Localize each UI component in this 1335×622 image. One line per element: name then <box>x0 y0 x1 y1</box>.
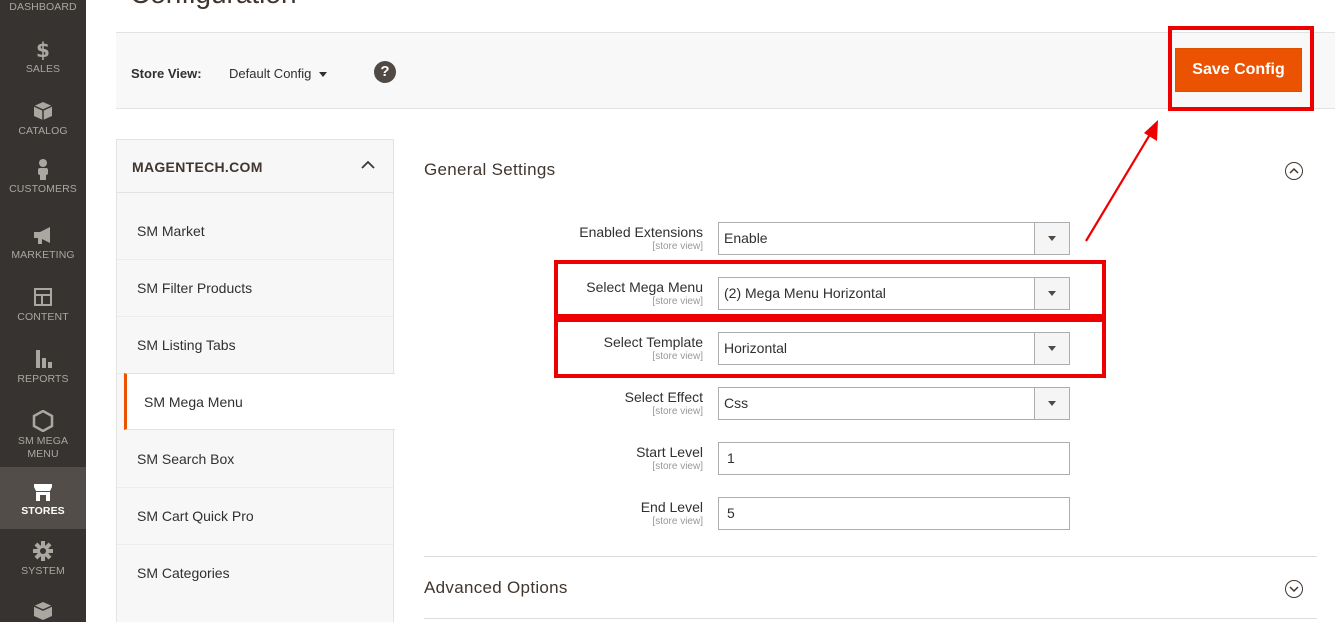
field-label-end-level: End Level <box>640 499 703 515</box>
store-view-dropdown[interactable]: Default Config <box>229 66 328 81</box>
config-tabs: MAGENTECH.COM SM Market SM Filter Produc… <box>116 139 395 622</box>
field-label-start-level: Start Level <box>636 444 703 460</box>
nav-label: CUSTOMERS <box>9 183 77 195</box>
chevron-down-icon <box>319 72 328 78</box>
general-settings-title[interactable]: General Settings <box>424 160 555 180</box>
field-scope: [store view] <box>652 241 703 252</box>
select-value: Css <box>724 395 749 411</box>
nav-reports[interactable]: REPORTS <box>0 348 86 386</box>
tab-sm-categories[interactable]: SM Categories <box>117 545 393 602</box>
collapse-icon[interactable] <box>1285 162 1303 180</box>
save-config-button[interactable]: Save Config <box>1175 48 1302 92</box>
tab-sm-filter-products[interactable]: SM Filter Products <box>117 260 393 317</box>
svg-text:$: $ <box>36 38 50 60</box>
nav-dashboard[interactable]: DASHBOARD <box>0 0 86 22</box>
store-icon <box>34 484 52 501</box>
tab-sm-mega-menu[interactable]: SM Mega Menu <box>124 373 395 430</box>
select-value: Enable <box>724 230 768 246</box>
nav-content[interactable]: CONTENT <box>0 286 86 324</box>
admin-sidebar: DASHBOARD $ SALES CATALOG CUSTOMERS MARK… <box>0 0 86 622</box>
store-view-label: Store View: <box>131 66 202 81</box>
tab-sm-search-box[interactable]: SM Search Box <box>117 431 393 488</box>
field-label-enabled-extensions: Enabled Extensions <box>579 224 703 240</box>
field-scope: [store view] <box>652 406 703 417</box>
layout-icon <box>34 288 52 306</box>
megaphone-icon <box>34 227 50 244</box>
chevron-up-icon <box>361 160 375 169</box>
tab-group-header[interactable]: MAGENTECH.COM <box>117 140 393 193</box>
nav-label: CATALOG <box>18 125 68 137</box>
advanced-options-title[interactable]: Advanced Options <box>424 578 568 598</box>
dropdown-arrow-icon <box>1034 223 1069 254</box>
tab-sm-cart-quick-pro[interactable]: SM Cart Quick Pro <box>117 488 393 545</box>
annotation-arrow <box>1085 120 1158 242</box>
nav-extensions[interactable] <box>0 600 86 622</box>
nav-label: SM MEGA MENU <box>17 435 69 460</box>
extensions-icon <box>33 602 53 620</box>
expand-icon[interactable] <box>1285 580 1303 598</box>
nav-label: REPORTS <box>17 373 69 385</box>
store-view-bar: Store View: Default Config ? <box>116 32 1335 109</box>
annotation-highlight-mega-menu <box>554 260 1106 318</box>
nav-sales[interactable]: $ SALES <box>0 38 86 76</box>
tab-sm-market[interactable]: SM Market <box>117 203 393 260</box>
nav-label: DASHBOARD <box>9 1 77 13</box>
help-icon[interactable]: ? <box>374 61 396 83</box>
person-icon <box>38 159 48 180</box>
field-scope: [store view] <box>652 516 703 527</box>
nav-catalog[interactable]: CATALOG <box>0 100 86 138</box>
start-level-input[interactable]: 1 <box>718 442 1070 475</box>
gear-icon <box>33 541 53 561</box>
nav-label: MARKETING <box>11 249 75 261</box>
store-view-value: Default Config <box>229 66 312 81</box>
page-title: Configuration <box>130 0 297 10</box>
hexagon-icon <box>32 410 54 432</box>
section-divider <box>424 618 1317 619</box>
nav-label: STORES <box>21 505 65 517</box>
dollar-icon: $ <box>36 38 50 60</box>
field-scope: [store view] <box>652 461 703 472</box>
tab-group-title: MAGENTECH.COM <box>132 159 263 175</box>
nav-marketing[interactable]: MARKETING <box>0 224 86 262</box>
annotation-highlight-template <box>554 318 1106 378</box>
bar-chart-icon <box>36 350 52 368</box>
nav-sm-mega-menu[interactable]: SM MEGA MENU <box>0 410 86 461</box>
tab-sm-listing-tabs[interactable]: SM Listing Tabs <box>117 317 393 374</box>
box-icon <box>33 102 53 120</box>
end-level-input[interactable]: 5 <box>718 497 1070 530</box>
nav-label: SYSTEM <box>21 565 65 577</box>
select-effect-select[interactable]: Css <box>718 387 1070 420</box>
nav-stores[interactable]: STORES <box>0 467 86 529</box>
section-divider <box>424 556 1317 557</box>
nav-system[interactable]: SYSTEM <box>0 540 86 578</box>
enabled-extensions-select[interactable]: Enable <box>718 222 1070 255</box>
field-label-select-effect: Select Effect <box>624 389 703 405</box>
nav-label: SALES <box>25 63 61 75</box>
nav-label: CONTENT <box>17 311 69 323</box>
dropdown-arrow-icon <box>1034 388 1069 419</box>
nav-customers[interactable]: CUSTOMERS <box>0 158 86 196</box>
